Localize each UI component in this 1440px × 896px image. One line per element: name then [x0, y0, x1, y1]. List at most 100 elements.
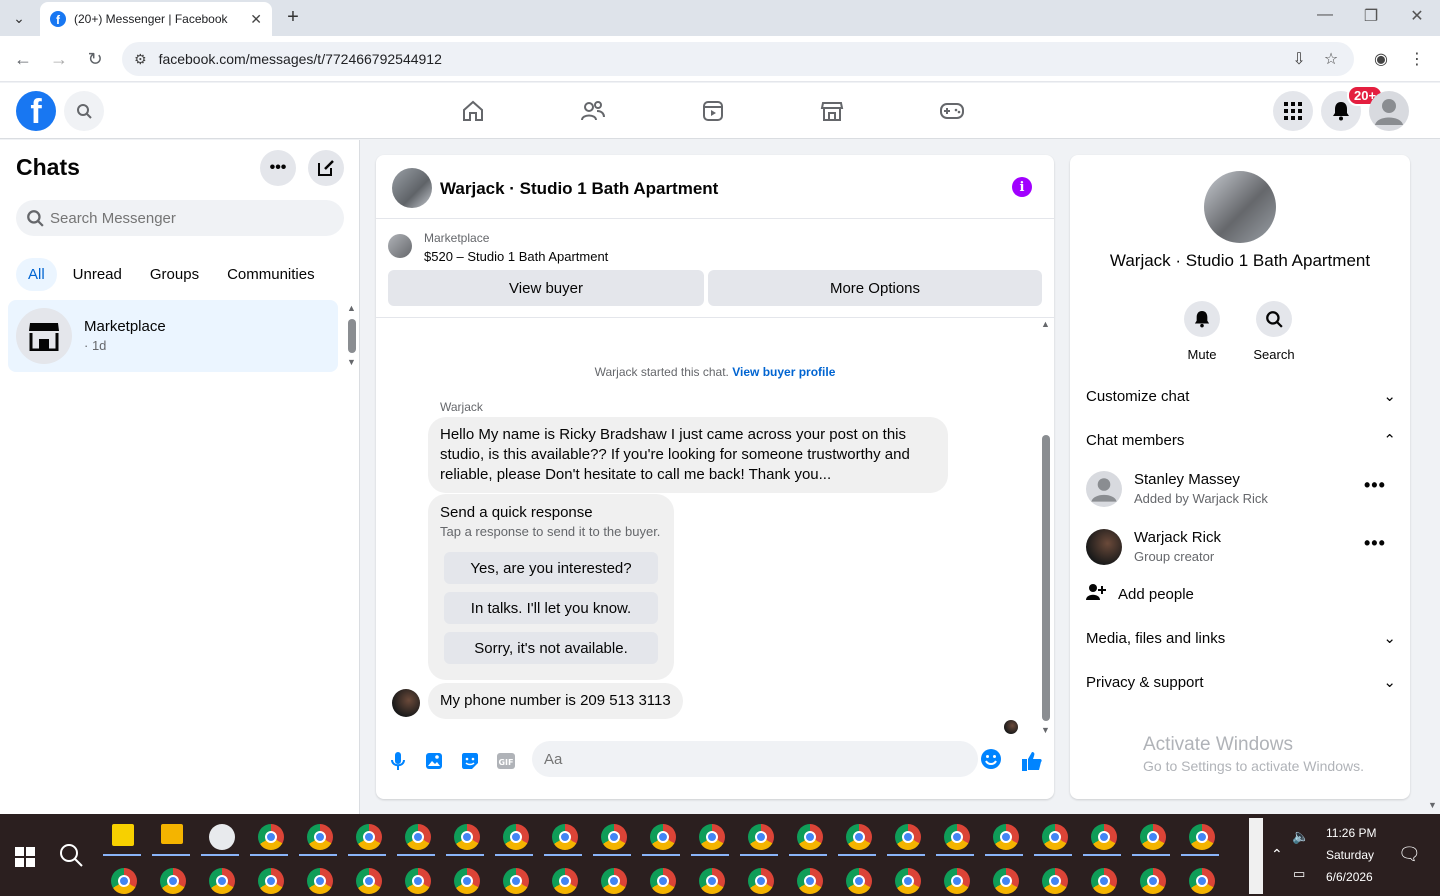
- scroll-up-icon[interactable]: ▲: [347, 303, 356, 313]
- gif-icon[interactable]: GIF: [494, 749, 518, 773]
- message-input[interactable]: [532, 741, 932, 777]
- minimize-icon[interactable]: —: [1310, 6, 1340, 24]
- chrome-window-icon[interactable]: [405, 868, 431, 894]
- chat-members-section[interactable]: Chat members ⌃: [1086, 428, 1396, 452]
- search-action[interactable]: Search: [1244, 301, 1304, 362]
- conversation-scroll-thumb[interactable]: [1042, 435, 1050, 721]
- more-options-button[interactable]: More Options: [708, 270, 1042, 306]
- chat-details-avatar[interactable]: [1204, 171, 1276, 243]
- clock-date[interactable]: 6/6/2026: [1326, 870, 1373, 884]
- mute-bell-icon[interactable]: [1184, 301, 1220, 337]
- forward-icon[interactable]: →: [47, 48, 71, 70]
- chrome-window-icon[interactable]: [258, 868, 284, 894]
- video-icon[interactable]: [693, 95, 733, 127]
- tray-chevron-icon[interactable]: ⌃: [1271, 846, 1283, 863]
- chrome-window-icon[interactable]: [944, 824, 970, 850]
- sticky-notes-icon[interactable]: [112, 824, 134, 846]
- home-icon[interactable]: [453, 95, 493, 127]
- filter-communities[interactable]: Communities: [215, 258, 327, 291]
- site-settings-icon[interactable]: ⚙: [134, 51, 147, 68]
- add-people-button[interactable]: Add people: [1086, 582, 1396, 606]
- chrome-window-icon[interactable]: [1042, 824, 1068, 850]
- search-messenger[interactable]: [16, 200, 344, 236]
- conv-scroll-down-icon[interactable]: ▼: [1041, 725, 1050, 735]
- conversation-title[interactable]: Warjack · Studio 1 Bath Apartment: [440, 179, 718, 199]
- sender-avatar[interactable]: [392, 689, 420, 717]
- friends-icon[interactable]: [573, 95, 613, 127]
- facebook-search-icon[interactable]: [64, 91, 104, 131]
- chrome-window-icon[interactable]: [1189, 824, 1215, 850]
- chats-scrollbar[interactable]: ▲ ▼: [347, 303, 357, 367]
- browser-tab-messenger[interactable]: f (20+) Messenger | Facebook ✕: [40, 2, 272, 36]
- browser-menu-icon[interactable]: ⋮: [1406, 49, 1428, 69]
- chrome-window-icon[interactable]: [258, 824, 284, 850]
- chrome-window-icon[interactable]: [1042, 868, 1068, 894]
- chrome-window-icon[interactable]: [454, 868, 480, 894]
- install-app-icon[interactable]: ⇩: [1288, 49, 1310, 69]
- chat-item-marketplace[interactable]: Marketplace · 1d: [8, 300, 338, 372]
- notification-center-icon[interactable]: 🗨: [1398, 844, 1421, 865]
- chrome-window-icon[interactable]: [1140, 824, 1166, 850]
- menu-grid-icon[interactable]: [1273, 91, 1313, 131]
- windows-start-icon[interactable]: [15, 847, 35, 867]
- chrome-window-icon[interactable]: [503, 868, 529, 894]
- privacy-support-section[interactable]: Privacy & support ⌄: [1086, 670, 1396, 694]
- chrome-window-icon[interactable]: [209, 868, 235, 894]
- chrome-window-icon[interactable]: [699, 824, 725, 850]
- back-icon[interactable]: ←: [11, 48, 35, 70]
- listing-thumbnail[interactable]: [388, 234, 412, 258]
- restore-icon[interactable]: ❐: [1356, 6, 1386, 26]
- quick-response-yes[interactable]: Yes, are you interested?: [444, 552, 658, 584]
- close-window-icon[interactable]: ✕: [1402, 6, 1432, 26]
- chrome-window-icon[interactable]: [454, 824, 480, 850]
- clock-time[interactable]: 11:26 PM: [1326, 826, 1376, 840]
- chrome-window-icon[interactable]: [307, 868, 333, 894]
- taskbar-scrollbar[interactable]: [1249, 818, 1263, 894]
- chrome-window-icon[interactable]: [503, 824, 529, 850]
- media-files-section[interactable]: Media, files and links ⌄: [1086, 626, 1396, 650]
- listing-price-title[interactable]: $520 – Studio 1 Bath Apartment: [424, 249, 608, 264]
- chrome-window-icon[interactable]: [895, 824, 921, 850]
- message-bubble-2[interactable]: My phone number is 209 513 3113: [428, 683, 683, 719]
- chrome-window-icon[interactable]: [1189, 868, 1215, 894]
- chrome-window-icon[interactable]: [748, 824, 774, 850]
- chrome-window-icon[interactable]: [748, 868, 774, 894]
- facebook-logo-icon[interactable]: f: [16, 91, 56, 131]
- chrome-window-icon[interactable]: [111, 868, 137, 894]
- thumbs-up-icon[interactable]: [1020, 749, 1044, 773]
- chrome-window-icon[interactable]: [160, 868, 186, 894]
- new-tab-icon[interactable]: +: [282, 6, 304, 28]
- account-avatar[interactable]: [1369, 91, 1409, 131]
- page-scroll-down-icon[interactable]: ▼: [1428, 800, 1437, 810]
- filter-groups[interactable]: Groups: [138, 258, 211, 291]
- volume-icon[interactable]: 🔈: [1292, 828, 1309, 845]
- chrome-window-icon[interactable]: [846, 824, 872, 850]
- paint-app-icon[interactable]: [209, 824, 235, 850]
- chrome-window-icon[interactable]: [699, 868, 725, 894]
- chats-scroll-thumb[interactable]: [348, 319, 356, 353]
- chrome-window-icon[interactable]: [552, 824, 578, 850]
- chrome-window-icon[interactable]: [552, 868, 578, 894]
- filter-unread[interactable]: Unread: [61, 258, 134, 291]
- customize-chat-section[interactable]: Customize chat ⌄: [1086, 384, 1396, 408]
- search-messenger-input[interactable]: [50, 209, 330, 227]
- chrome-window-icon[interactable]: [601, 868, 627, 894]
- file-explorer-icon[interactable]: [161, 824, 183, 844]
- marketplace-icon[interactable]: [812, 95, 852, 127]
- chrome-window-icon[interactable]: [601, 824, 627, 850]
- mute-action[interactable]: Mute: [1172, 301, 1232, 362]
- new-message-icon[interactable]: [308, 150, 344, 186]
- filter-all[interactable]: All: [16, 258, 57, 291]
- member-options-icon[interactable]: •••: [1364, 533, 1386, 554]
- chrome-window-icon[interactable]: [993, 824, 1019, 850]
- chrome-window-icon[interactable]: [797, 868, 823, 894]
- conversation-scrollbar[interactable]: ▲ ▼: [1040, 319, 1052, 735]
- conversation-avatar[interactable]: [392, 168, 432, 208]
- chats-options-icon[interactable]: •••: [260, 150, 296, 186]
- chrome-window-icon[interactable]: [405, 824, 431, 850]
- quick-response-in-talks[interactable]: In talks. I'll let you know.: [444, 592, 658, 624]
- scroll-down-icon[interactable]: ▼: [347, 357, 356, 367]
- bookmark-star-icon[interactable]: ☆: [1320, 49, 1342, 69]
- view-buyer-profile-link[interactable]: View buyer profile: [732, 365, 835, 379]
- reload-icon[interactable]: ↻: [83, 48, 107, 70]
